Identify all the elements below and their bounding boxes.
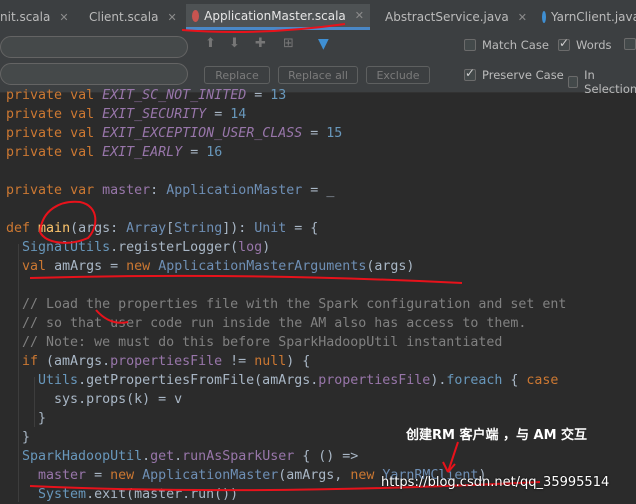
code-line: Utils.getPropertiesFromFile(amArgs.prope… [38, 373, 559, 388]
replace-all-button[interactable]: Replace all [278, 66, 358, 84]
code-line: val amArgs = new ApplicationMasterArgume… [22, 259, 415, 274]
checkbox-box [464, 66, 476, 81]
code-line: if (amArgs.propertiesFile != null) { [22, 354, 311, 369]
checkbox-box [558, 36, 570, 51]
search-input[interactable] [0, 36, 188, 58]
code-line: System.exit(master.run()) [38, 487, 239, 502]
java-class-icon [542, 11, 546, 23]
code-comment: // Note: we must do this before SparkHad… [22, 335, 503, 350]
code-line: } [22, 430, 31, 445]
code-line: def main(args: Array[String]): Unit = { [6, 221, 319, 236]
arrow-down-icon[interactable]: ⬇ [229, 36, 240, 51]
tab-applicationmaster-scala[interactable]: ApplicationMaster.scala ✕ [186, 4, 370, 30]
preserve-case-label: Preserve Case [482, 68, 564, 82]
close-icon[interactable]: ✕ [59, 11, 68, 24]
code-line: private val EXIT_SC_NOT_INITED = 13 [6, 88, 287, 103]
code-line: sys.props(k) = v [54, 392, 183, 407]
code-line: } [38, 411, 47, 426]
code-comment: // Load the properties file with the Spa… [22, 297, 567, 312]
replace-button[interactable]: Replace [204, 66, 270, 84]
code-line: private val EXIT_EXCEPTION_USER_CLASS = … [6, 126, 343, 141]
code-line: SparkHadoopUtil.get.runAsSparkUser { () … [22, 449, 359, 464]
close-icon[interactable]: ✕ [167, 11, 176, 24]
tab-label: AbstractService.java [385, 10, 509, 24]
code-line: private var master: ApplicationMaster = … [6, 183, 335, 198]
arrow-up-icon[interactable]: ⬆ [205, 36, 216, 51]
tab-abstractservice-java[interactable]: AbstractService.java ✕ [374, 4, 530, 30]
scala-file-icon [192, 9, 200, 22]
code-line: private val EXIT_SECURITY = 14 [6, 107, 247, 122]
tab-label: nit.scala [0, 10, 51, 24]
filter-icon[interactable]: ▼ [318, 36, 329, 52]
close-icon[interactable]: ✕ [518, 11, 527, 24]
checkbox-box [464, 39, 476, 51]
checkbox-box [624, 38, 636, 50]
add-occurrence-icon[interactable]: ✚ [255, 36, 266, 51]
code-line: SignalUtils.registerLogger(log) [22, 240, 271, 255]
exclude-button[interactable]: Exclude [366, 66, 430, 84]
tab-yarnclient-java[interactable]: YarnClient.java [536, 4, 636, 30]
match-case-label: Match Case [482, 38, 549, 52]
tab-client-scala[interactable]: Client.scala ✕ [78, 4, 180, 30]
match-case-checkbox[interactable]: Match Case [464, 38, 549, 52]
preserve-case-checkbox[interactable]: Preserve Case [464, 66, 564, 82]
find-replace-panel: ⬆ ⬇ ✚ ⊞ ▼ Replace Replace all Exclude Ma… [0, 33, 636, 96]
close-icon[interactable]: ✕ [355, 9, 364, 22]
words-label: Words [576, 38, 612, 52]
code-line: private val EXIT_EARLY = 16 [6, 145, 223, 160]
regex-checkbox[interactable] [624, 38, 636, 50]
editor-tab-bar: nit.scala ✕ Client.scala ✕ ApplicationMa… [0, 0, 636, 34]
tab-nit-scala[interactable]: nit.scala ✕ [0, 4, 69, 30]
tab-label: ApplicationMaster.scala [204, 8, 346, 23]
code-comment: // so that user code run inside the AM a… [22, 316, 527, 331]
tab-label: Client.scala [89, 10, 159, 24]
annotation-text: 创建RM 客户端 ，与 AM 交互 [406, 428, 588, 443]
checkbox-box [568, 76, 579, 88]
replace-input[interactable] [0, 63, 188, 85]
select-all-occurrences-icon[interactable]: ⊞ [283, 36, 294, 51]
watermark: https://blog.csdn.net/qq_35995514 [381, 475, 610, 490]
words-checkbox[interactable]: Words [558, 36, 612, 52]
tab-label: YarnClient.java [550, 10, 636, 24]
